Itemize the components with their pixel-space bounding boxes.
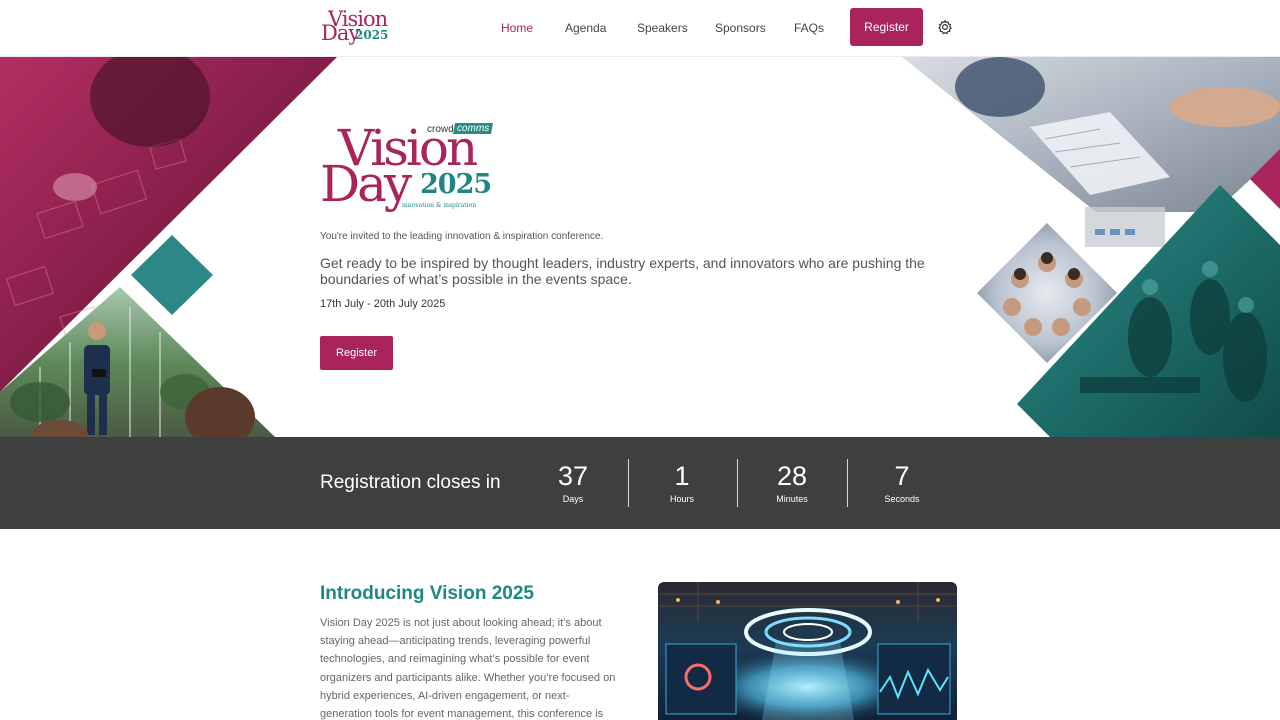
nav-link-faqs[interactable]: FAQs [794,20,824,36]
hero-section: Vision Day 2025 crowd comms innovation &… [0,57,1280,437]
nav-logo-word-day: Day [321,21,360,45]
hero-logo-tagline: innovation & inspiration [402,202,477,209]
hero-register-button[interactable]: Register [320,336,393,370]
nav-logo[interactable]: Vision Day 2025 [320,9,388,45]
countdown-label: Registration closes in [320,472,501,493]
hero-background-collage [0,57,1280,437]
hero-logo: Vision Day 2025 crowd comms innovation &… [320,123,494,213]
countdown-bar: Registration closes in 37 Days 1 Hours 2… [0,437,1280,529]
countdown-days-label: Days [562,494,584,504]
hero-logo-word-day: Day [320,155,412,213]
countdown-minutes-label: Minutes [776,494,808,504]
intro-title: Introducing Vision 2025 [320,583,534,604]
futuristic-stage-image [658,582,957,720]
nav-logo-year: 2025 [355,28,389,42]
countdown-hours: 1 Hours [627,437,737,529]
nav-link-sponsors[interactable]: Sponsors [715,20,766,36]
top-navigation-bar: Vision Day 2025 Home Agenda Speakers Spo… [0,0,1280,57]
countdown-seconds: 7 Seconds [847,437,957,529]
gear-icon[interactable] [937,19,953,35]
intro-image [658,582,957,720]
countdown-days-value: 37 [557,461,589,491]
countdown-minutes-value: 28 [776,461,808,491]
nav-link-home[interactable]: Home [501,20,533,36]
hero-event-dates: 17th July - 20th July 2025 [320,298,446,310]
nav-link-speakers[interactable]: Speakers [637,20,688,36]
hero-invite-text: You're invited to the leading innovation… [320,231,604,242]
countdown-days: 37 Days [518,437,628,529]
countdown-seconds-label: Seconds [884,494,920,504]
countdown-minutes: 28 Minutes [737,437,847,529]
hero-logo-year: 2025 [420,169,492,200]
countdown-seconds-value: 7 [894,461,910,491]
countdown-hours-value: 1 [674,461,690,491]
intro-body-text: Vision Day 2025 is not just about lookin… [320,617,616,720]
hero-logo-brand-comms: comms [453,123,494,134]
countdown-hours-label: Hours [669,494,694,504]
nav-register-button[interactable]: Register [850,8,923,46]
nav-link-agenda[interactable]: Agenda [565,20,606,36]
hero-description: Get ready to be inspired by thought lead… [320,255,925,287]
hero-logo-brand-crowd: crowd [427,124,454,135]
